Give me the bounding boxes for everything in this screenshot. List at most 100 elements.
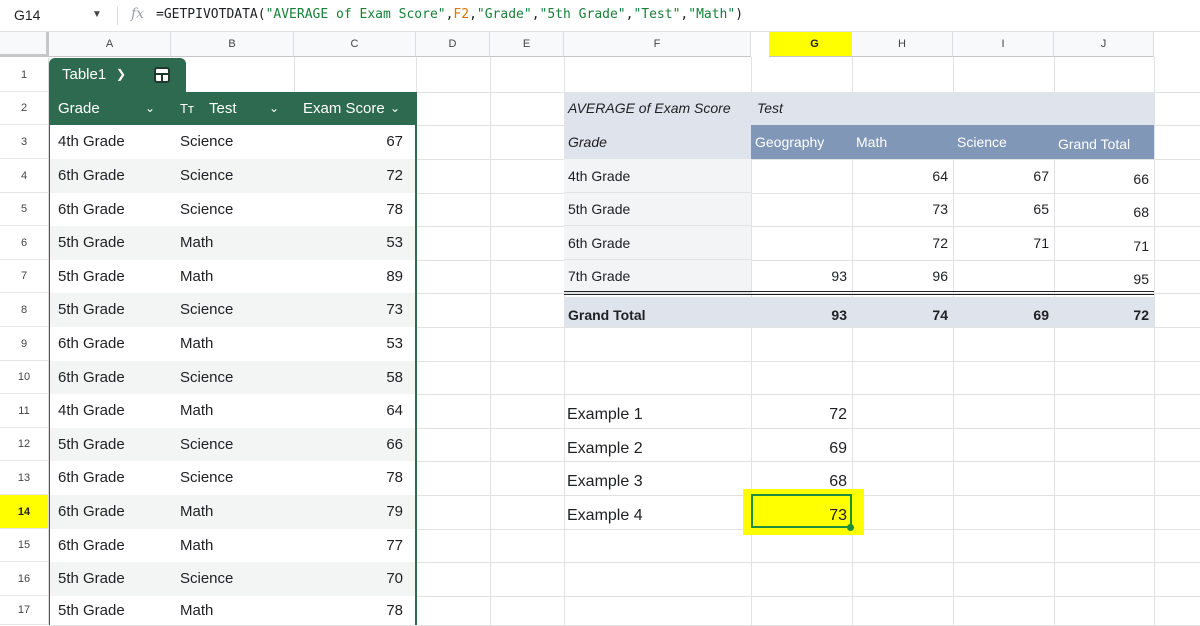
example-label[interactable]: Example 2 [567,428,747,461]
table-cell-grade[interactable]: 5th Grade [58,428,168,461]
pivot-value[interactable] [751,159,852,193]
row-header-4[interactable]: 4 [0,159,49,193]
header-test-dropdown-icon[interactable]: ⌄ [269,92,279,125]
pivot-value[interactable]: 71 [1054,226,1154,260]
table-cell-score[interactable]: 64 [294,394,408,428]
table-cell-grade[interactable]: 5th Grade [58,596,168,625]
header-grade-dropdown-icon[interactable]: ⌄ [145,92,155,125]
example-value[interactable]: 72 [751,394,852,428]
table-cell-test[interactable]: Science [180,361,290,394]
table-cell-score[interactable]: 78 [294,596,408,625]
row-header-7[interactable]: 7 [0,260,49,293]
column-header-j[interactable]: J [1054,32,1154,57]
header-test[interactable]: Test [209,92,237,125]
row-header-17[interactable]: 17 [0,596,49,625]
pivot-row-label[interactable]: 7th Grade [564,260,751,293]
table-cell-score[interactable]: 89 [294,260,408,293]
row-header-13[interactable]: 13 [0,461,49,495]
column-header-e[interactable]: E [490,32,564,57]
table-cell-test[interactable]: Math [180,327,290,361]
header-grade[interactable]: Grade [58,92,100,125]
header-exam-score[interactable]: Exam Score [303,92,385,125]
pivot-col-header[interactable]: Grand Total [1054,125,1154,159]
fill-handle[interactable] [847,524,854,531]
pivot-row-label[interactable]: 5th Grade [564,193,751,226]
table-cell-test[interactable]: Math [180,226,290,260]
pivot-col-field[interactable]: Test [751,92,852,125]
pivot-grand-total-value[interactable]: 93 [751,297,852,327]
name-box-dropdown-icon[interactable]: ▼ [92,9,102,20]
pivot-value[interactable]: 67 [953,159,1054,193]
table-cell-test[interactable]: Science [180,159,290,193]
table-cell-score[interactable]: 70 [294,562,408,596]
pivot-title[interactable]: AVERAGE of Exam Score [564,92,751,125]
column-header-d[interactable]: D [416,32,490,57]
table-cell-test[interactable]: Math [180,495,290,529]
row-header-16[interactable]: 16 [0,562,49,596]
column-header-b[interactable]: B [171,32,294,57]
table-cell-test[interactable]: Math [180,529,290,562]
pivot-grand-total-value[interactable]: 69 [953,297,1054,327]
table-cell-grade[interactable]: 6th Grade [58,529,168,562]
table-cell-grade[interactable]: 6th Grade [58,193,168,226]
pivot-value[interactable]: 66 [1054,159,1154,193]
pivot-col-header[interactable]: Science [953,125,1054,159]
table-cell-test[interactable]: Science [180,293,290,327]
pivot-value[interactable]: 96 [852,260,953,293]
table-cell-grade[interactable]: 4th Grade [58,125,168,159]
table-cell-score[interactable]: 53 [294,327,408,361]
table-cell-grade[interactable]: 6th Grade [58,159,168,193]
table-cell-grade[interactable]: 4th Grade [58,394,168,428]
chevron-down-icon[interactable]: ❯ [116,67,126,81]
table-cell-grade[interactable]: 6th Grade [58,495,168,529]
pivot-value[interactable]: 73 [852,193,953,226]
pivot-row-label[interactable]: 4th Grade [564,159,751,193]
row-header-9[interactable]: 9 [0,327,49,361]
table-cell-grade[interactable]: 5th Grade [58,226,168,260]
example-value[interactable]: 69 [751,428,852,461]
table-cell-grade[interactable]: 6th Grade [58,461,168,495]
table-cell-test[interactable]: Science [180,125,290,159]
example-label[interactable]: Example 4 [567,495,747,529]
table-cell-test[interactable]: Math [180,394,290,428]
row-header-2[interactable]: 2 [0,92,49,125]
column-header-a[interactable]: A [49,32,171,57]
active-cell-value[interactable]: 73 [751,495,852,529]
pivot-grand-total-label[interactable]: Grand Total [564,297,751,327]
column-header-h[interactable]: H [852,32,953,57]
pivot-grand-total-value[interactable]: 74 [852,297,953,327]
table-cell-score[interactable]: 67 [294,125,408,159]
column-header-i[interactable]: I [953,32,1054,57]
table-cell-test[interactable]: Math [180,260,290,293]
pivot-value[interactable]: 93 [751,260,852,293]
table-cell-score[interactable]: 78 [294,461,408,495]
row-header-8[interactable]: 8 [0,293,49,327]
table-cell-grade[interactable]: 5th Grade [58,293,168,327]
table-cell-score[interactable]: 73 [294,293,408,327]
pivot-value[interactable]: 95 [1054,260,1154,293]
table-cell-test[interactable]: Science [180,428,290,461]
row-header-10[interactable]: 10 [0,361,49,394]
example-label[interactable]: Example 3 [567,461,747,495]
row-header-11[interactable]: 11 [0,394,49,428]
row-header-3[interactable]: 3 [0,125,49,159]
table-cell-score[interactable]: 77 [294,529,408,562]
table-cell-score[interactable]: 72 [294,159,408,193]
table-cell-grade[interactable]: 6th Grade [58,361,168,394]
table-name[interactable]: Table1 [62,66,106,83]
row-header-12[interactable]: 12 [0,428,49,461]
row-header-1[interactable]: 1 [0,58,49,92]
pivot-value[interactable] [953,260,1054,293]
formula-input[interactable]: =GETPIVOTDATA("AVERAGE of Exam Score",F2… [156,7,743,22]
table-grid-icon[interactable] [154,67,170,83]
pivot-col-header[interactable]: Math [852,125,953,159]
table-cell-score[interactable]: 53 [294,226,408,260]
header-score-dropdown-icon[interactable]: ⌄ [390,92,400,125]
table-cell-test[interactable]: Science [180,562,290,596]
table-cell-test[interactable]: Math [180,596,290,625]
table-cell-grade[interactable]: 5th Grade [58,260,168,293]
pivot-value[interactable] [751,226,852,260]
pivot-value[interactable] [751,193,852,226]
column-header-f[interactable]: F [564,32,751,57]
table-cell-test[interactable]: Science [180,461,290,495]
